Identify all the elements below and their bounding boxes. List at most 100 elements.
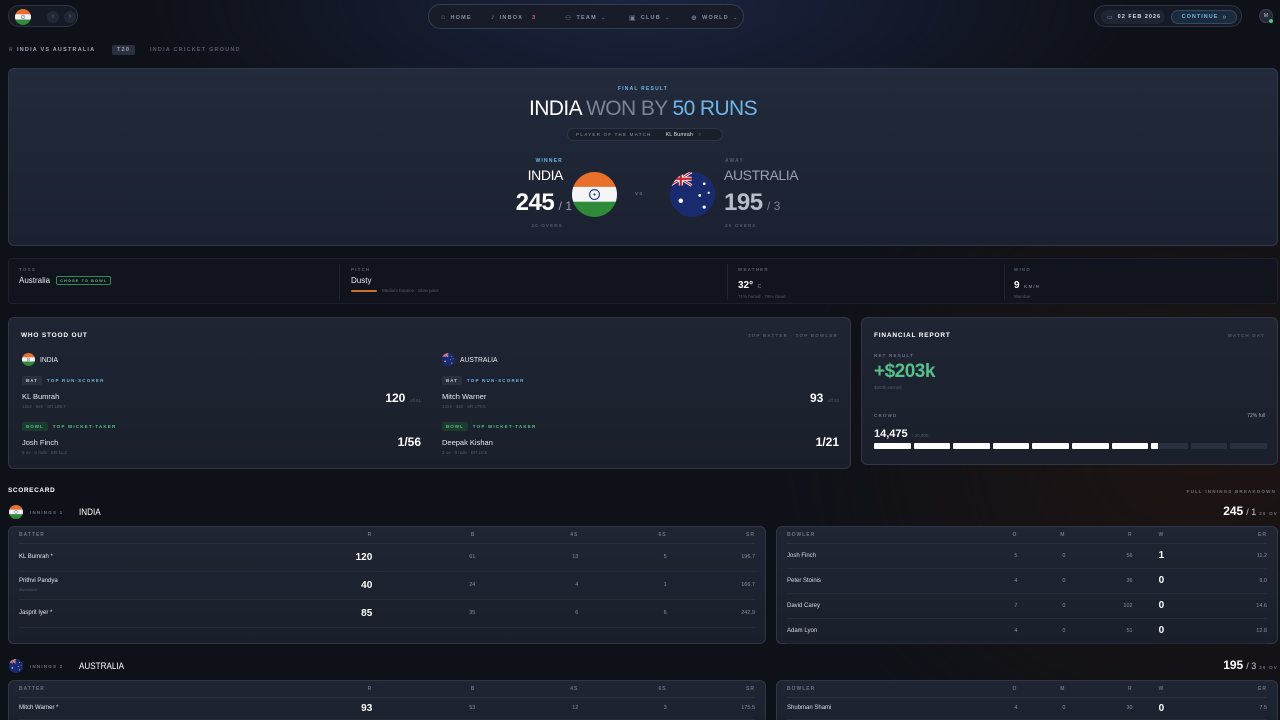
breadcrumb-match[interactable]: INDIA VS AUSTRALIA [17,47,95,53]
crowd-bar-fill [953,443,990,449]
weather-value: 32° [738,280,754,291]
innings-label: INNINGS 1 [30,510,64,515]
bowl-tag: BOWL [442,422,468,431]
bowl-detail: 2 ov · 0 mdn · ER 10.5 [442,450,488,455]
batter-s: 6 [578,599,667,628]
nav-inbox[interactable]: ♪ INBOX 3 [491,14,536,21]
batter-f: 4 [475,571,579,600]
breadcrumb: ♕ INDIA VS AUSTRALIA T20 INDIA CRICKET G… [8,45,308,56]
bowl-role: TOP WICKET-TAKER [472,424,537,429]
wind-value: 9 [1014,280,1020,291]
avatar[interactable]: M [1259,9,1273,23]
toss-label: TOSS [19,267,36,272]
club-switcher[interactable]: ‹ › [8,5,78,27]
away-score: 195 / 3 [724,189,780,217]
batter-sr: 242.9 [666,599,755,628]
financial-panel: FINANCIAL REPORT MATCH DAY NET RESULT +$… [861,317,1278,465]
standout-panel: WHO STOOD OUT TOP BATTER · TOP BOWLER IN… [8,317,851,469]
bat-runs: 93 [810,391,824,405]
column-header: 6S [578,681,667,698]
bat-balls: off 61 [409,398,421,403]
bowl-player[interactable]: Deepak Kishan [442,438,493,447]
batter-cell: KL Bumrah * [19,543,314,572]
weather-unit: C [757,284,762,290]
bowler-m: 0 [1017,543,1066,569]
nav-world[interactable]: ⊕ WORLD ⌄ [691,14,739,22]
bowler-r: 56 [1065,543,1133,569]
bowler-m: 0 [1017,593,1066,619]
nav-inbox-label: INBOX [499,14,524,21]
nav-team-label: TEAM [576,15,597,21]
crowd-bar-segment [1190,443,1228,449]
bowler-o: 4 [969,568,1018,594]
away-runs: 195 [724,189,763,216]
innings-overs: 20 OV [1259,511,1278,516]
away-wkts: / 3 [767,199,781,213]
batter-row[interactable]: Jasprit Iyer * 85 35 6 6 242.9 [19,599,755,628]
player-of-match[interactable]: PLAYER OF THE MATCH KL Bumrah › [567,128,723,141]
crowd-bar-segment [913,443,951,449]
bowl-tag: BOWL [22,422,48,431]
breadcrumb-venue: INDIA CRICKET GROUND [150,47,241,53]
home-icon: ⌂ [441,14,447,21]
bowl-role-row: BOWL TOP WICKET-TAKER [442,422,536,431]
bowler-name: Josh Finch [787,543,970,569]
column-header: W [1132,681,1191,698]
batter-row[interactable]: Prithvi Pandya dismissed 40 24 4 1 166.7 [19,571,755,600]
current-date: 02 FEB 2026 [1117,14,1162,20]
bowler-row[interactable]: Adam Lyon 4 0 51 0 12.8 [787,618,1267,644]
crowd-bar-segment [1111,443,1149,449]
bat-runs: 120 [385,391,406,405]
wind-unit: KM/H [1024,284,1041,289]
home-wkts: / 1 [558,199,572,213]
date-display: ▭ 02 FEB 2026 [1101,10,1165,24]
inbox-badge: 3 [532,14,537,21]
bowler-r: 30 [1065,697,1133,720]
bowler-row[interactable]: Peter Stoinis 4 0 36 0 9.0 [787,568,1267,594]
crowd-value-wrap: 14,475 / 20,000 [874,424,928,442]
bowler-name: Shubman Shami [787,697,970,720]
batter-name: KL Bumrah * [19,554,53,560]
calendar-icon: ▭ [1107,14,1113,21]
divider [339,264,340,300]
avatar-initial: M [1263,13,1269,19]
bowler-o: 7 [969,593,1018,619]
column-header: B [372,681,476,698]
crowd-bar-fill [913,443,951,449]
batter-sr: 166.7 [666,571,755,600]
nav-club-label: CLUB [640,15,661,21]
nav-home[interactable]: ⌂ HOME [441,14,472,21]
toss-decision-tag: CHOSE TO BOWL [56,276,112,285]
crowd-bar-fill [1071,443,1109,449]
crowd-pct: 72% full [1247,413,1265,419]
forward-button[interactable]: › [64,11,76,23]
pitch-bar [351,289,377,292]
crowd-label: CROWD [874,413,898,418]
bowler-row[interactable]: Josh Finch 5 0 56 1 11.2 [787,543,1267,569]
bat-player[interactable]: Mitch Warner [442,392,486,401]
innings-wkts: / 1 [1246,507,1257,517]
column-header: BATTER [19,681,314,698]
innings-runs: 195 [1223,658,1244,672]
bowler-row[interactable]: Shubman Shami 4 0 30 0 7.5 [787,697,1267,720]
column-header: M [1017,681,1066,698]
nav-team[interactable]: ⚇ TEAM ⌄ [565,14,607,22]
batter-row[interactable]: Mitch Warner * 93 53 12 3 175.5 [19,697,755,720]
continue-button[interactable]: CONTINUE » [1171,10,1237,24]
bowl-figures: 1/21 [815,435,839,449]
bat-player[interactable]: KL Bumrah [22,392,59,401]
home-score: 245 / 1 [469,189,572,217]
bowl-player[interactable]: Josh Finch [22,438,58,447]
result-kicker: FINAL RESULT [617,86,669,92]
result-title: INDIA WON BY 50 RUNS [9,97,1277,121]
nav-club[interactable]: ▣ CLUB ⌄ [629,14,671,22]
bowler-wickets: 1 [1132,543,1191,569]
bowl-figures: 1/56 [397,435,421,449]
bat-detail: 12x4 · 3x6 · SR 175.5 [442,404,486,409]
online-dot [1269,19,1273,23]
back-button[interactable]: ‹ [47,11,59,23]
batter-row[interactable]: KL Bumrah * 120 61 13 5 196.7 [19,543,755,572]
nav-world-label: WORLD [702,15,729,21]
crowd-bar-segment [1230,443,1267,449]
bowler-row[interactable]: David Carey 7 0 102 0 14.6 [787,593,1267,619]
